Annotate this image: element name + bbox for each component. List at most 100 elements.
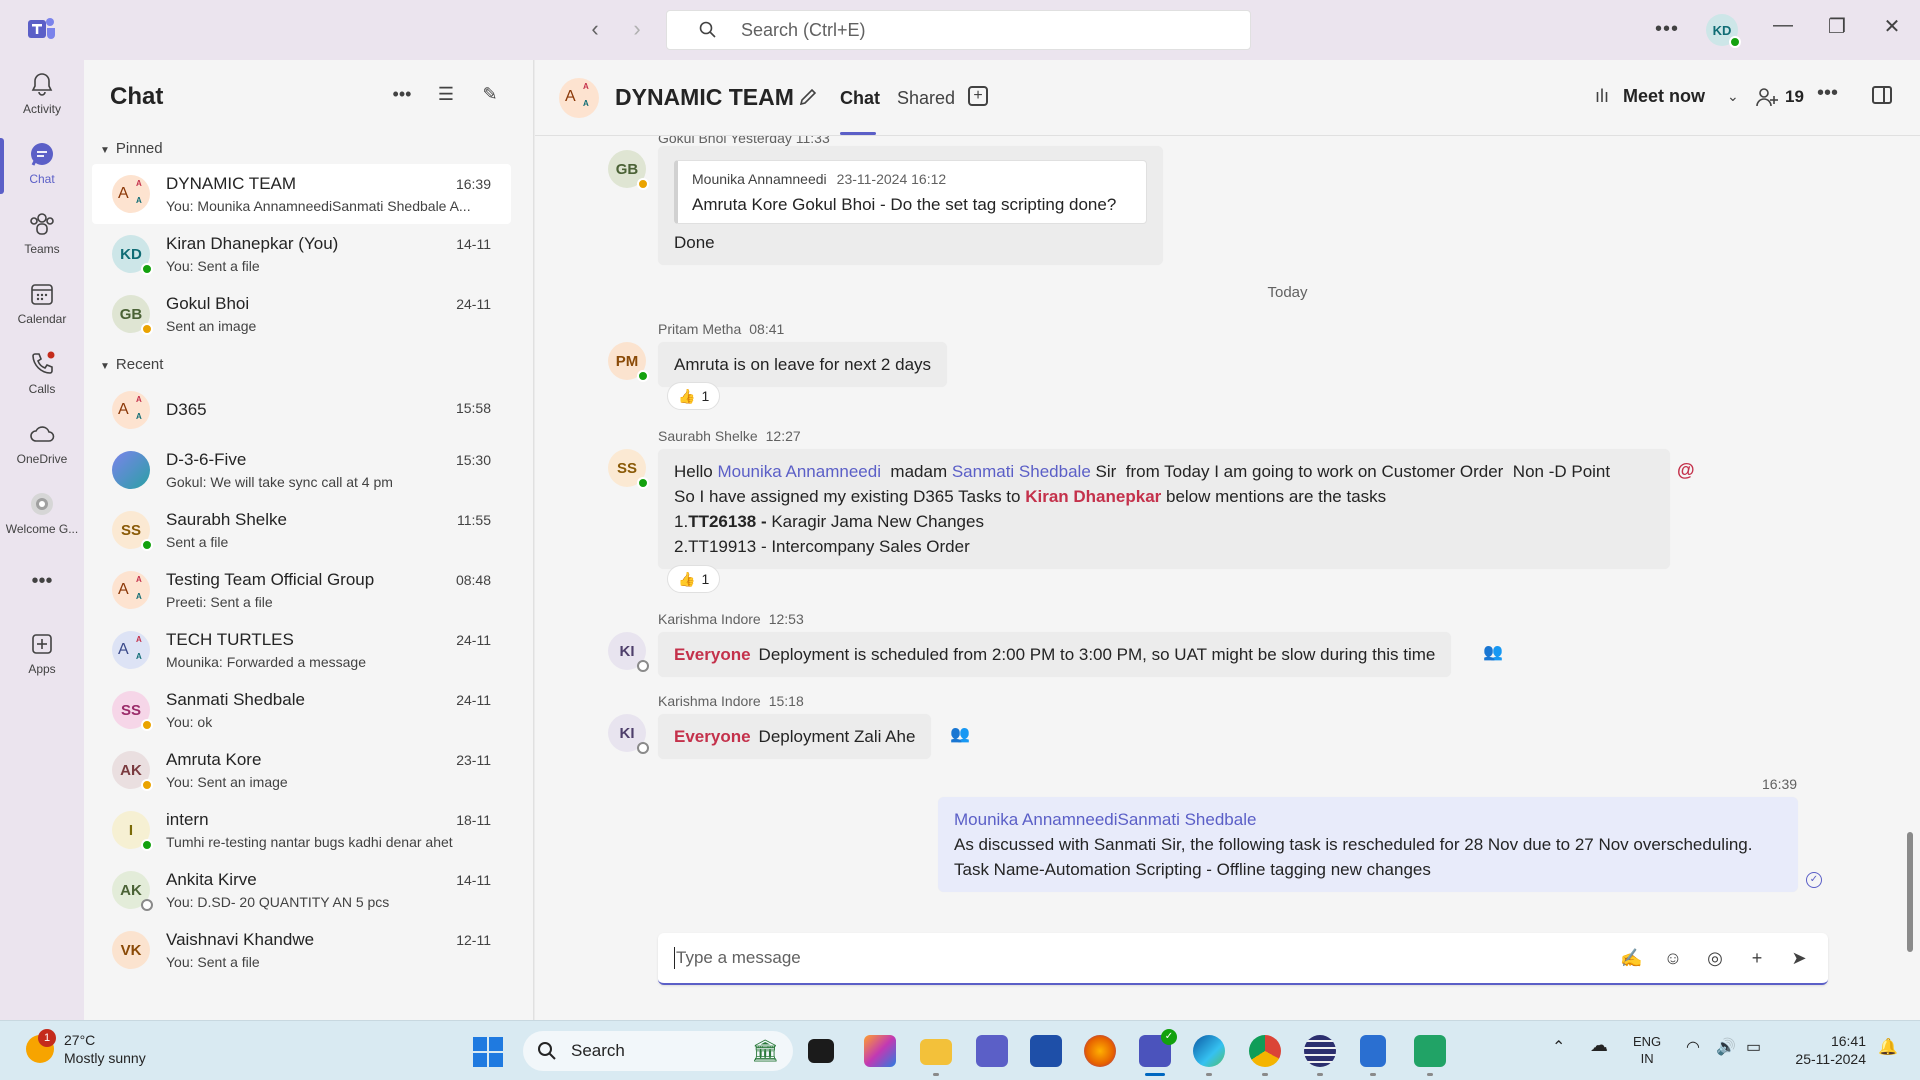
notepad-icon[interactable] bbox=[1360, 1035, 1386, 1067]
language-indicator[interactable]: ENG IN bbox=[1633, 1033, 1661, 1067]
mention[interactable]: Sanmati Shedbale bbox=[952, 462, 1091, 481]
system-clock[interactable]: 16:41 25-11-2024 bbox=[1786, 1032, 1866, 1068]
message-bubble[interactable]: Amruta is on leave for next 2 days bbox=[658, 342, 948, 387]
participants-button[interactable]: 19 bbox=[1755, 86, 1804, 108]
message-bubble[interactable]: Hello Mounika Annamneedi madam Sanmati S… bbox=[658, 449, 1670, 569]
plus-icon[interactable]: + bbox=[1746, 947, 1768, 969]
message-text: Deployment Zali Ahe bbox=[758, 727, 916, 746]
teams-active-icon[interactable]: ✓ bbox=[1139, 1029, 1177, 1067]
chat-item-kiran[interactable]: KD Kiran Dhanepkar (You) You: Sent a fil… bbox=[92, 224, 511, 284]
search-placeholder: Search (Ctrl+E) bbox=[741, 19, 866, 40]
rail-calls[interactable]: Calls bbox=[0, 350, 84, 396]
reaction-like[interactable]: 👍 1 bbox=[667, 382, 721, 410]
store-icon[interactable] bbox=[1030, 1035, 1062, 1067]
pinned-section-toggle[interactable]: ▼ Pinned bbox=[84, 134, 533, 164]
chat-item-tech-turtles[interactable]: AAA TECH TURTLES Mounika: Forwarded a me… bbox=[92, 620, 511, 680]
tray-overflow-icon[interactable]: ⌃ bbox=[1552, 1039, 1565, 1056]
rail-label: Calendar bbox=[17, 312, 67, 326]
chat-item-d365[interactable]: AAA D365 15:58 bbox=[92, 380, 511, 440]
weather-widget[interactable]: 1 27°C Mostly sunny bbox=[26, 1029, 146, 1067]
rail-chat[interactable]: Chat bbox=[0, 140, 84, 186]
new-chat-icon[interactable]: ✎ bbox=[479, 84, 501, 106]
emoji-icon[interactable]: ☺ bbox=[1662, 947, 1684, 969]
rail-activity[interactable]: Activity bbox=[0, 70, 84, 116]
minimize-icon[interactable]: — bbox=[1768, 14, 1798, 37]
filter-icon[interactable]: ☰ bbox=[435, 84, 457, 106]
language-code: ENG bbox=[1633, 1034, 1662, 1049]
message-bubble[interactable]: Everyone Deployment Zali Ahe bbox=[658, 714, 932, 759]
chat-item-saurabh[interactable]: SS Saurabh Shelke Sent a file 11:55 bbox=[92, 500, 511, 560]
volume-icon[interactable]: 🔊 bbox=[1716, 1039, 1736, 1056]
message-line: 1.TT26138 - Karagir Jama New Changes bbox=[674, 512, 984, 531]
format-icon[interactable]: ✍ bbox=[1620, 947, 1642, 969]
participant-count: 19 bbox=[1785, 87, 1804, 106]
more-options-icon[interactable]: ••• bbox=[391, 84, 413, 106]
meet-now-button[interactable]: ılı Meet now ⌄ bbox=[1595, 86, 1739, 107]
copilot-icon[interactable] bbox=[864, 1035, 896, 1067]
back-arrow-icon[interactable]: ‹ bbox=[585, 16, 605, 42]
weather-temp: 27°C bbox=[64, 1032, 96, 1048]
more-options-icon[interactable]: ••• bbox=[1817, 82, 1838, 105]
onedrive-tray-icon[interactable]: ☁ bbox=[1590, 1036, 1608, 1054]
group-avatar: AAA bbox=[112, 391, 150, 429]
tab-chat[interactable]: Chat bbox=[840, 88, 880, 109]
rail-welcome[interactable]: Welcome G... bbox=[0, 490, 84, 536]
chat-item-sanmati[interactable]: SS Sanmati Shedbale You: ok 24-11 bbox=[92, 680, 511, 740]
notification-bell-icon[interactable]: 🔔 bbox=[1878, 1039, 1898, 1056]
tab-shared[interactable]: Shared bbox=[897, 88, 955, 109]
rail-teams[interactable]: Teams bbox=[0, 210, 84, 256]
search-icon bbox=[538, 1042, 556, 1060]
teams-taskbar-icon[interactable] bbox=[976, 1035, 1008, 1067]
edge-icon[interactable] bbox=[1193, 1035, 1225, 1067]
chat-item-ankita[interactable]: AK Ankita Kirve You: D.SD- 20 QUANTITY A… bbox=[92, 860, 511, 920]
chrome-icon[interactable] bbox=[1249, 1035, 1281, 1067]
send-icon[interactable]: ➤ bbox=[1788, 947, 1810, 969]
add-tab-icon[interactable]: + bbox=[968, 86, 988, 106]
recent-section-toggle[interactable]: ▼ Recent bbox=[84, 350, 533, 380]
chat-item-d-3-6-five[interactable]: D-3-6-Five Gokul: We will take sync call… bbox=[92, 440, 511, 500]
message-meta: Gokul Bhoi Yesterday 11:33 bbox=[658, 136, 830, 146]
restore-icon[interactable]: ❐ bbox=[1822, 14, 1852, 39]
chat-item-gokul[interactable]: GB Gokul Bhoi Sent an image 24-11 bbox=[92, 284, 511, 344]
loop-icon[interactable]: ◎ bbox=[1704, 947, 1726, 969]
file-explorer-icon[interactable] bbox=[920, 1039, 952, 1065]
close-icon[interactable]: ✕ bbox=[1877, 14, 1907, 39]
chat-item-intern[interactable]: I intern Tumhi re-testing nantar bugs ka… bbox=[92, 800, 511, 860]
compose-box[interactable]: Type a message ✍ ☺ ◎ + ➤ bbox=[658, 933, 1828, 985]
forward-arrow-icon[interactable]: › bbox=[627, 16, 647, 42]
edit-pencil-icon[interactable] bbox=[797, 86, 819, 108]
quoted-message[interactable]: Mounika Annamneedi 23-11-2024 16:12 Amrut… bbox=[674, 160, 1147, 224]
mention[interactable]: Kiran Dhanepkar bbox=[1025, 487, 1161, 506]
tab-active-indicator bbox=[840, 132, 876, 135]
more-options-icon[interactable]: ••• bbox=[1655, 18, 1679, 41]
search-input[interactable]: Search (Ctrl+E) bbox=[666, 10, 1251, 50]
rail-calendar[interactable]: Calendar bbox=[0, 280, 84, 326]
message-bubble[interactable]: Mounika Annamneedi 23-11-2024 16:12 Amrut… bbox=[658, 146, 1163, 265]
reaction-like[interactable]: 👍 1 bbox=[667, 565, 721, 593]
my-message-bubble[interactable]: Mounika AnnamneediSanmati Shedbale As di… bbox=[938, 797, 1798, 892]
taskbar-search[interactable]: Search 🏛 bbox=[523, 1031, 793, 1071]
chat-item-amruta[interactable]: AK Amruta Kore You: Sent an image 23-11 bbox=[92, 740, 511, 800]
wifi-icon[interactable]: ◠ bbox=[1686, 1039, 1700, 1056]
scrollbar[interactable] bbox=[1907, 832, 1913, 952]
rail-more-icon[interactable]: ••• bbox=[0, 570, 84, 593]
windows-start-icon[interactable] bbox=[473, 1037, 503, 1067]
user-avatar[interactable]: KD bbox=[1706, 14, 1741, 48]
rail-onedrive[interactable]: OneDrive bbox=[0, 420, 84, 466]
mention[interactable]: Mounika AnnamneediSanmati Shedbale bbox=[954, 807, 1782, 832]
chevron-down-icon[interactable]: ⌄ bbox=[1727, 88, 1739, 105]
message-bubble[interactable]: Everyone Deployment is scheduled from 2:0… bbox=[658, 632, 1452, 677]
task-view-icon[interactable] bbox=[808, 1039, 834, 1063]
eclipse-icon[interactable] bbox=[1304, 1035, 1336, 1067]
chat-item-testing-team[interactable]: AAA Testing Team Official Group Preeti: … bbox=[92, 560, 511, 620]
rail-apps[interactable]: Apps bbox=[0, 630, 84, 676]
chat-name: D-3-6-Five bbox=[166, 450, 247, 469]
chat-item-vaishnavi[interactable]: VK Vaishnavi Khandwe You: Sent a file 12… bbox=[92, 920, 511, 980]
chat-item-dynamic-team[interactable]: AAA DYNAMIC TEAM You: Mounika Annamneedi… bbox=[92, 164, 511, 224]
sheets-icon[interactable] bbox=[1414, 1035, 1446, 1067]
teams-logo-icon[interactable] bbox=[28, 16, 56, 42]
mention[interactable]: Mounika Annamneedi bbox=[717, 462, 881, 481]
side-panel-icon[interactable] bbox=[1872, 86, 1892, 104]
firefox-icon[interactable] bbox=[1084, 1035, 1116, 1067]
battery-icon[interactable]: ▭ bbox=[1746, 1039, 1761, 1056]
